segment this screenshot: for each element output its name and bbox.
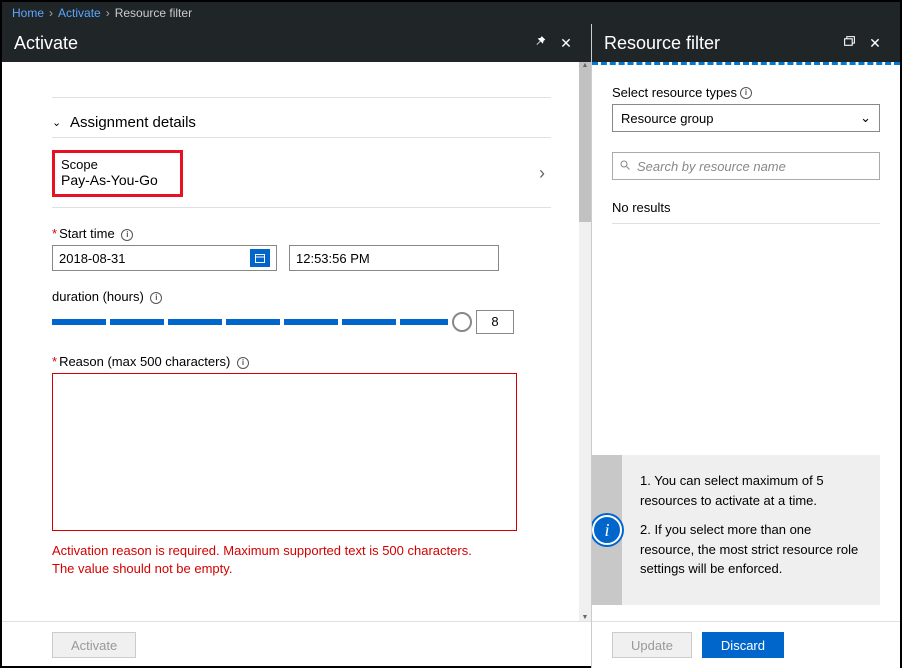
info-icon[interactable]: i [121, 229, 133, 241]
resource-search-input[interactable]: Search by resource name [612, 152, 880, 180]
breadcrumb-home[interactable]: Home [12, 6, 44, 20]
breadcrumb-activate[interactable]: Activate [58, 6, 101, 20]
filter-header: Resource filter ✕ [592, 24, 900, 62]
duration-slider[interactable] [52, 317, 462, 327]
pin-icon[interactable] [527, 35, 553, 52]
scrollbar-thumb[interactable] [579, 62, 591, 222]
scope-highlight: Scope Pay-As-You-Go [52, 150, 183, 197]
hint-icon-column: i [592, 455, 622, 605]
time-value: 12:53:56 PM [296, 251, 370, 266]
scroll-up-icon[interactable]: ▲ [579, 62, 591, 69]
activate-button[interactable]: Activate [52, 632, 136, 658]
hint-line-2: 2. If you select more than one resource,… [640, 520, 862, 579]
resource-type-select[interactable]: Resource group ⌄ [612, 104, 880, 132]
restore-icon[interactable] [836, 35, 862, 51]
activate-footer: Activate [2, 621, 591, 668]
breadcrumb-current: Resource filter [115, 6, 192, 20]
scope-label: Scope [61, 157, 158, 172]
activate-title: Activate [14, 33, 527, 54]
reason-error: Activation reason is required. Maximum s… [52, 542, 551, 578]
close-icon[interactable]: ✕ [862, 35, 888, 52]
reason-label: *Reason (max 500 characters) i [52, 354, 551, 369]
discard-button[interactable]: Discard [702, 632, 784, 658]
scroll-down-icon[interactable]: ▼ [579, 614, 591, 621]
select-value: Resource group [621, 111, 714, 126]
search-icon [619, 159, 631, 174]
slider-thumb[interactable] [452, 312, 472, 332]
assignment-details-section[interactable]: ⌄ Assignment details [52, 108, 551, 138]
hint-line-1: 1. You can select maximum of 5 resources… [640, 471, 862, 510]
info-icon: i [592, 515, 622, 545]
update-button[interactable]: Update [612, 632, 692, 658]
activate-header: Activate ✕ [2, 24, 591, 62]
no-results-text: No results [612, 200, 880, 224]
chevron-right-icon: › [539, 163, 551, 184]
resource-filter-panel: Resource filter ✕ Select resource types … [592, 24, 900, 668]
info-icon[interactable]: i [740, 87, 752, 99]
date-input[interactable]: 2018-08-31 [52, 245, 277, 271]
chevron-down-icon: ⌄ [52, 116, 70, 129]
duration-label: duration (hours) i [52, 289, 551, 304]
search-placeholder: Search by resource name [637, 159, 786, 174]
filter-footer: Update Discard [592, 621, 900, 668]
chevron-down-icon: ⌄ [860, 110, 871, 126]
resource-types-label: Select resource types i [612, 85, 880, 100]
scrollbar[interactable]: ▲ ▼ [579, 62, 591, 621]
hint-box: i 1. You can select maximum of 5 resourc… [592, 455, 880, 605]
info-icon[interactable]: i [237, 357, 249, 369]
breadcrumb: Home › Activate › Resource filter [2, 2, 900, 24]
filter-title: Resource filter [604, 33, 836, 54]
reason-textarea[interactable] [52, 373, 517, 531]
scope-value: Pay-As-You-Go [61, 172, 158, 188]
chevron-right-icon: › [49, 6, 53, 20]
time-input[interactable]: 12:53:56 PM [289, 245, 499, 271]
section-title: Assignment details [70, 114, 196, 131]
info-icon[interactable]: i [150, 292, 162, 304]
date-value: 2018-08-31 [59, 251, 126, 266]
start-time-label: *Start time i [52, 226, 551, 241]
scope-row[interactable]: Scope Pay-As-You-Go › [52, 144, 551, 208]
chevron-right-icon: › [106, 6, 110, 20]
calendar-icon[interactable] [250, 249, 270, 267]
duration-value[interactable]: 8 [476, 310, 514, 334]
activate-panel: Activate ✕ ▲ ▼ ⌄ Assignment details Scop… [2, 24, 592, 668]
close-icon[interactable]: ✕ [553, 35, 579, 52]
